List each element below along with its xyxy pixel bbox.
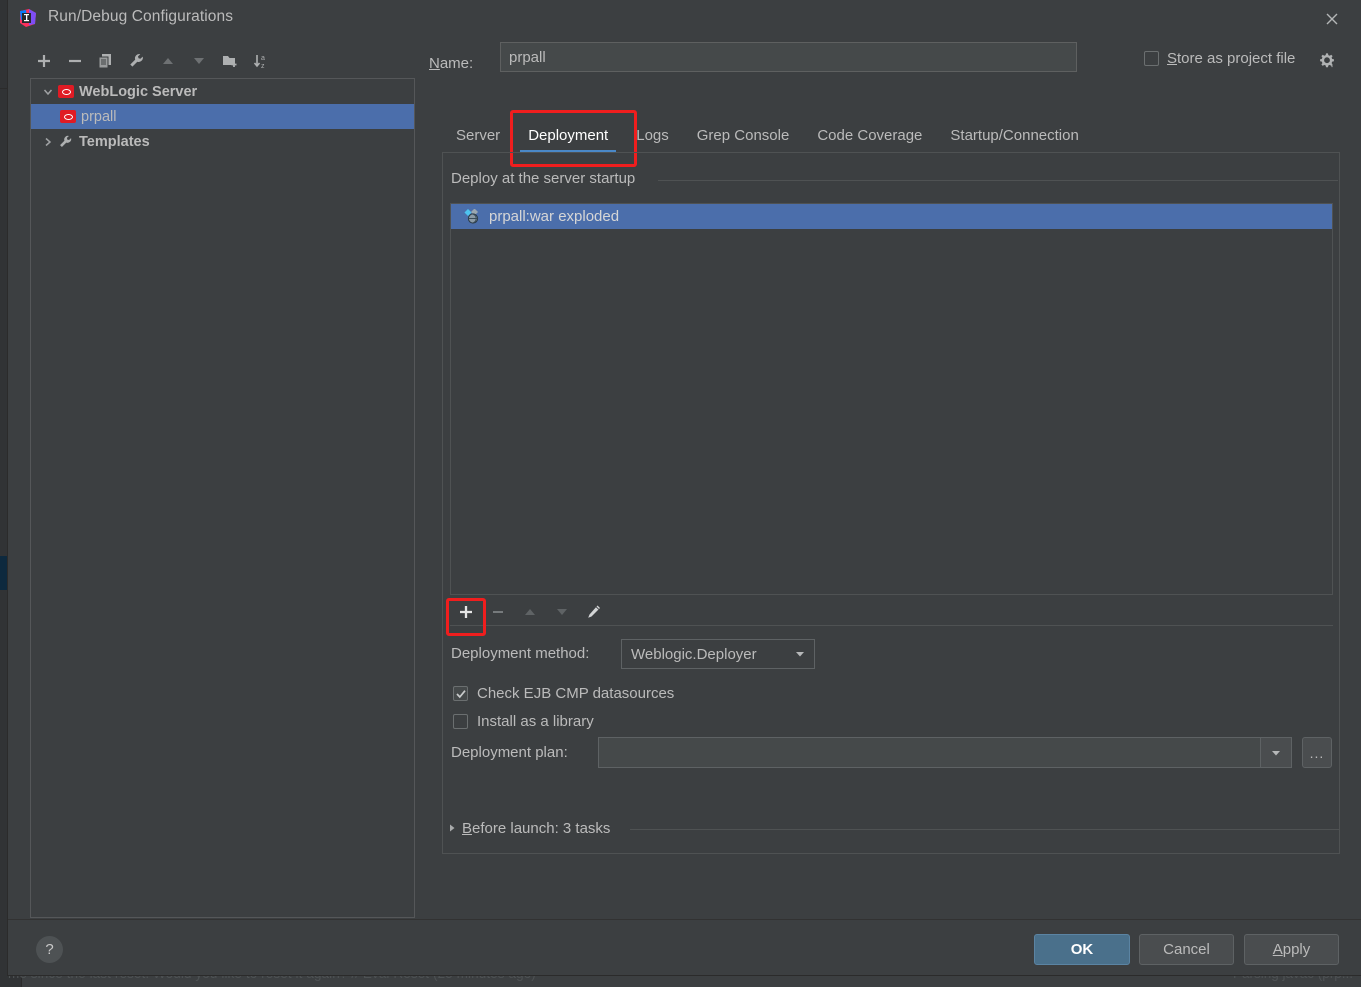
chevron-right-icon[interactable] bbox=[442, 818, 462, 838]
deployment-plan-input[interactable] bbox=[599, 738, 1260, 767]
deploy-at-startup-title: Deploy at the server startup bbox=[451, 170, 644, 187]
tree-node-label: WebLogic Server bbox=[79, 83, 198, 100]
move-up-button[interactable] bbox=[154, 47, 182, 75]
svg-text:z: z bbox=[261, 63, 265, 70]
deployment-plan-field[interactable] bbox=[598, 737, 1292, 768]
checkbox-box[interactable] bbox=[1144, 51, 1159, 66]
deployment-method-dropdown[interactable]: Weblogic.Deployer bbox=[621, 639, 815, 669]
dialog-title: Run/Debug Configurations bbox=[48, 8, 234, 25]
tree-node-templates[interactable]: Templates bbox=[31, 129, 414, 154]
artifact-list-item[interactable]: prpall:war exploded bbox=[451, 204, 1332, 229]
chevron-down-icon[interactable] bbox=[786, 647, 814, 661]
close-icon[interactable] bbox=[1315, 4, 1349, 34]
tab-grep-console[interactable]: Grep Console bbox=[683, 121, 804, 153]
before-launch-label: Before launch: 3 tasks bbox=[462, 819, 611, 837]
tree-node-weblogic-server[interactable]: WebLogic Server bbox=[31, 79, 414, 104]
background-accent-marker bbox=[0, 556, 8, 590]
move-artifact-up-button bbox=[514, 599, 546, 625]
dialog-titlebar: Run/Debug Configurations bbox=[8, 0, 1361, 37]
add-configuration-button[interactable] bbox=[30, 47, 58, 75]
sort-az-icon[interactable]: a z bbox=[247, 47, 275, 75]
artifacts-toolbar bbox=[450, 598, 1333, 626]
weblogic-icon bbox=[57, 83, 75, 101]
gear-icon[interactable] bbox=[1318, 52, 1336, 70]
checkbox-box[interactable] bbox=[453, 714, 468, 729]
before-launch-toggle[interactable]: Before launch: 3 tasks bbox=[442, 818, 610, 838]
screen-root: me since the last reset. Would you like … bbox=[0, 0, 1361, 987]
check-ejb-cmp-datasources-checkbox[interactable]: Check EJB CMP datasources bbox=[453, 685, 674, 702]
apply-button[interactable]: Apply bbox=[1244, 934, 1339, 965]
move-artifact-down-button bbox=[546, 599, 578, 625]
deployment-method-value: Weblogic.Deployer bbox=[631, 645, 757, 663]
store-as-project-file-label: Store as project file bbox=[1167, 50, 1296, 67]
check-ejb-cmp-datasources-label: Check EJB CMP datasources bbox=[477, 685, 675, 702]
remove-configuration-button[interactable] bbox=[61, 47, 89, 75]
deployment-plan-label: Deployment plan: bbox=[451, 744, 568, 761]
svg-text:a: a bbox=[261, 55, 265, 62]
tab-startup-connection[interactable]: Startup/Connection bbox=[936, 121, 1092, 153]
new-folder-button[interactable] bbox=[216, 47, 244, 75]
artifact-war-exploded-icon bbox=[463, 209, 481, 225]
remove-artifact-button bbox=[482, 599, 514, 625]
artifacts-list[interactable]: prpall:war exploded bbox=[450, 203, 1333, 595]
tab-server[interactable]: Server bbox=[442, 121, 514, 153]
move-down-button[interactable] bbox=[185, 47, 213, 75]
add-artifact-button[interactable] bbox=[450, 599, 482, 625]
footer-divider bbox=[8, 919, 1361, 920]
weblogic-icon bbox=[59, 108, 77, 126]
tree-node-label: Templates bbox=[79, 133, 150, 150]
name-input[interactable] bbox=[500, 42, 1077, 72]
name-label: Name: bbox=[429, 55, 474, 72]
tab-code-coverage[interactable]: Code Coverage bbox=[803, 121, 936, 153]
deployment-plan-browse-button[interactable]: ... bbox=[1302, 737, 1332, 768]
store-as-project-file-checkbox[interactable]: Store as project file bbox=[1144, 50, 1295, 67]
tab-deployment-label: Deployment bbox=[528, 127, 609, 144]
configurations-tree: WebLogic Server prpall Templates bbox=[30, 78, 415, 918]
section-divider bbox=[658, 180, 1338, 181]
settings-tabs: Server Deployment Logs Grep Console Code… bbox=[442, 115, 1093, 153]
chevron-right-icon[interactable] bbox=[39, 133, 57, 151]
cancel-button[interactable]: Cancel bbox=[1139, 934, 1234, 965]
before-launch-divider bbox=[630, 829, 1340, 830]
chevron-down-icon[interactable] bbox=[1260, 738, 1291, 767]
intellij-idea-icon bbox=[18, 8, 38, 28]
ok-button[interactable]: OK bbox=[1034, 934, 1130, 965]
artifact-label: prpall:war exploded bbox=[489, 208, 620, 225]
copy-configuration-button[interactable] bbox=[92, 47, 120, 75]
wrench-icon[interactable] bbox=[123, 47, 151, 75]
tab-deployment[interactable]: Deployment bbox=[514, 121, 622, 153]
install-as-a-library-label: Install as a library bbox=[477, 713, 594, 730]
pencil-icon[interactable] bbox=[578, 599, 610, 625]
run-debug-configurations-dialog: Run/Debug Configurations a z WebLogic Se… bbox=[8, 0, 1361, 975]
tree-node-prpall[interactable]: prpall bbox=[31, 104, 414, 129]
tree-node-label: prpall bbox=[81, 108, 117, 125]
checkbox-box[interactable] bbox=[453, 686, 468, 701]
chevron-down-icon[interactable] bbox=[39, 83, 57, 101]
configurations-toolbar: a z bbox=[30, 46, 420, 76]
deployment-method-label: Deployment method: bbox=[451, 645, 590, 662]
tab-logs[interactable]: Logs bbox=[622, 121, 683, 153]
install-as-a-library-checkbox[interactable]: Install as a library bbox=[453, 713, 594, 730]
help-button[interactable]: ? bbox=[36, 936, 63, 963]
wrench-icon bbox=[57, 133, 75, 151]
